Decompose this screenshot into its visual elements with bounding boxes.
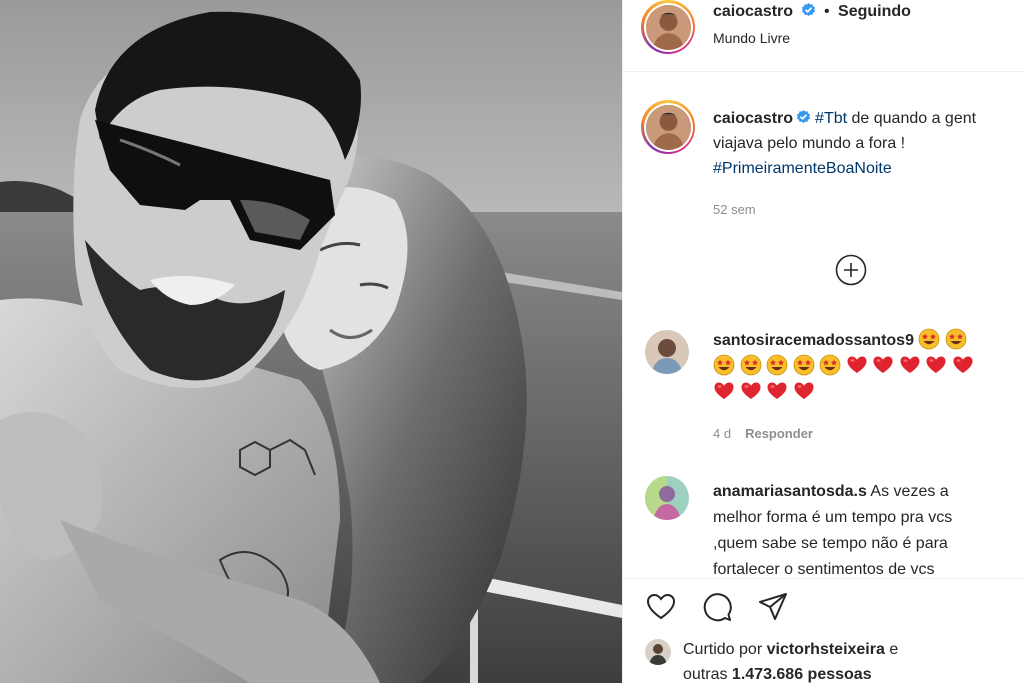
caption-avatar-image [645,104,691,150]
commenter-username[interactable]: anamariasantosda.s [713,483,867,500]
red-heart-emoji-icon [741,382,760,399]
comment-line4: fortalecer o sentimentos de vcs [713,561,935,578]
caption-text: caiocastro #Tbt de quando a gent viajava… [713,106,1024,181]
caption-line1: de quando a gent [847,110,977,127]
red-heart-emoji-icon [900,356,919,373]
black-white-selfie-photo [0,0,622,683]
plus-circle-icon[interactable] [835,254,867,286]
red-heart-emoji-icon [767,382,787,399]
verified-badge-icon [796,110,811,124]
likes-text: Curtido por victorhsteixeira e outras 1.… [683,637,898,683]
red-heart-emoji-icon [873,356,893,373]
commenter-avatar-image [645,330,689,374]
red-heart-emoji-icon [794,382,813,399]
likes-line2-prefix: outras [683,666,732,683]
header-separator: • [823,3,830,20]
hashtag-link[interactable]: #PrimeiramenteBoaNoite [713,160,892,177]
post-actions-bar: Curtido por victorhsteixeira e outras 1.… [623,578,1024,683]
heart-icon[interactable] [645,591,677,623]
commenter-avatar-image [645,476,689,520]
comment-meta: 4 d Responder [713,426,813,441]
author-avatar[interactable] [641,0,695,54]
reply-button[interactable]: Responder [745,426,813,441]
star-struck-emoji-icon [740,354,761,376]
caption-author-avatar[interactable] [641,100,695,154]
comment-timestamp[interactable]: 4 d [713,426,731,441]
liker-username[interactable]: victorhsteixeira [767,641,885,658]
comment-text: santosiracemadossantos9 [713,328,1013,406]
star-struck-emoji-icon [819,354,841,376]
author-username[interactable]: caiocastro [713,3,793,20]
red-heart-emoji-icon [714,382,734,399]
star-struck-emoji-icon [793,354,814,376]
post-details-panel: caiocastro • Seguindo Mundo Livre caioca [622,0,1024,683]
post-location[interactable]: Mundo Livre [713,30,790,46]
commenter-username[interactable]: santosiracemadossantos9 [713,332,914,349]
red-heart-emoji-icon [847,356,866,373]
post-header: caiocastro • Seguindo Mundo Livre [623,0,1024,72]
author-avatar-image [645,4,691,50]
star-struck-emoji-icon [945,328,967,350]
red-heart-emoji-icon [953,356,972,373]
red-heart-emoji-icon [926,356,946,373]
commenter-avatar[interactable] [645,476,689,520]
caption-timestamp[interactable]: 52 sem [713,202,756,217]
comment-line3: ,quem sabe se tempo não é para [713,535,948,552]
star-struck-emoji-icon [919,328,940,350]
comment-line2: melhor forma é um tempo pra vcs [713,509,953,526]
comment-line1: As vezes a [866,483,949,500]
star-struck-emoji-icon [713,354,735,376]
comment-bubble-icon[interactable] [701,591,733,623]
caption-line2: viajava pelo mundo a fora ! [713,135,906,152]
likes-count[interactable]: 1.473.686 pessoas [732,666,872,683]
caption-username[interactable]: caiocastro [713,110,793,127]
comment-text: anamariasantosda.s As vezes a melhor for… [713,479,1013,583]
likes-prefix: Curtido por [683,641,767,658]
liker-avatar-image [645,639,671,665]
hashtag-link[interactable]: #Tbt [815,110,847,127]
star-struck-emoji-icon [766,354,788,376]
liker-avatar[interactable] [645,639,671,665]
verified-badge-icon [801,3,815,17]
commenter-avatar[interactable] [645,330,689,374]
following-button[interactable]: Seguindo [838,3,911,20]
paper-plane-icon[interactable] [757,591,789,623]
likes-mid: e [884,641,899,658]
post-photo[interactable] [0,0,622,683]
